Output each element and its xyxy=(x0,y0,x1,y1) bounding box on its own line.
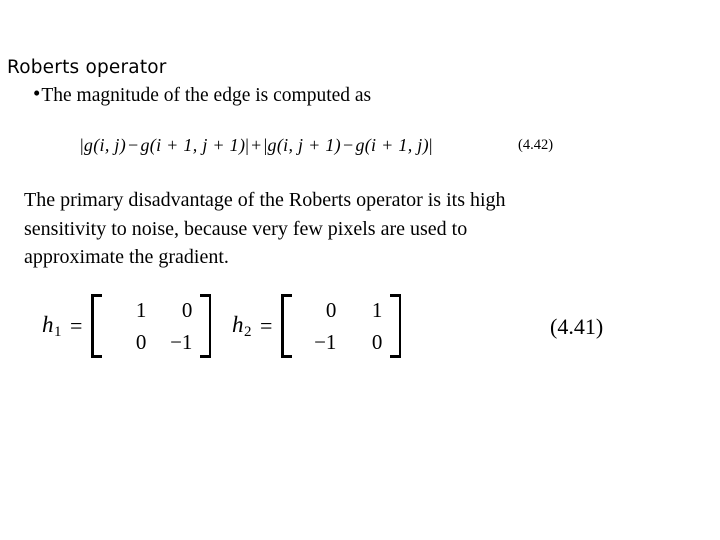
matrix-definition-h1: h1 = 1 0 0 −1 xyxy=(42,294,212,358)
matrix-name-h2: h2 xyxy=(232,311,252,340)
matrix-h2-body: 0 1 −1 0 xyxy=(281,294,402,358)
g-function-1: g xyxy=(83,135,94,155)
slide-canvas: Roberts operator • The magnitude of the … xyxy=(0,0,720,540)
page-title: Roberts operator xyxy=(7,57,167,78)
matrix-h2-cell-r0c1: 1 xyxy=(371,297,383,322)
g-argument-4: (i + 1, j) xyxy=(364,135,429,155)
bullet-marker-icon: • xyxy=(33,81,41,105)
paragraph-line-1: The primary disadvantage of the Roberts … xyxy=(24,189,506,211)
bracket-right-h2 xyxy=(390,294,402,358)
body-paragraph: The primary disadvantage of the Roberts … xyxy=(24,186,624,272)
paragraph-line-3: approximate the gradient. xyxy=(24,246,229,268)
equals-sign-h1: = xyxy=(70,313,83,338)
abs-bar-close-2: | xyxy=(428,135,433,155)
equals-sign-h2: = xyxy=(260,313,273,338)
equation-block-441: h1 = 1 0 0 −1 h2 = 0 1 −1 0 (4.41) xyxy=(0,292,720,374)
bullet-list-item: • The magnitude of the edge is computed … xyxy=(33,81,372,107)
matrix-h2-cell-r1c1: 0 xyxy=(371,329,383,354)
plus-operator: + xyxy=(251,135,262,155)
matrix-h1-cell-r0c0: 1 xyxy=(135,297,147,322)
bracket-left-h1 xyxy=(91,294,103,358)
bullet-item-label: The magnitude of the edge is computed as xyxy=(41,85,372,106)
matrix-h1-grid: 1 0 0 −1 xyxy=(102,294,200,358)
matrix-h1-symbol: h xyxy=(42,311,54,337)
paragraph-line-2: sensitivity to noise, because very few p… xyxy=(24,217,468,240)
g-function-2: g xyxy=(140,135,150,155)
equation-block-442: |g(i, j) − g(i + 1, j + 1)| + |g(i, j + 1) − g… xyxy=(0,130,720,166)
matrix-definition-h2: h2 = 0 1 −1 0 xyxy=(232,294,402,358)
matrix-h1-subscript: 1 xyxy=(54,323,62,340)
matrix-h2-symbol: h xyxy=(232,311,244,337)
equation-442-number: (4.42) xyxy=(518,137,554,153)
g-argument-2: (i + 1, j + 1) xyxy=(149,135,246,155)
matrix-h1-body: 1 0 0 −1 xyxy=(91,294,212,358)
matrix-h1-cell-r1c0: 0 xyxy=(135,329,147,354)
matrix-name-h1: h1 xyxy=(42,311,62,340)
bracket-left-h2 xyxy=(281,294,293,358)
equation-442-expression: |g(i, j) − g(i + 1, j + 1)| + |g(i, j + 1) − g… xyxy=(80,130,433,160)
g-function-4: g xyxy=(355,135,365,155)
minus-operator-1: − xyxy=(128,135,139,155)
g-function-3: g xyxy=(267,135,277,155)
matrix-h1-cell-r0c1: 0 xyxy=(181,297,193,322)
matrix-h2-grid: 0 1 −1 0 xyxy=(292,294,390,358)
g-argument-1: (i, j) xyxy=(93,135,127,155)
matrix-h2-cell-r1c0: −1 xyxy=(314,329,337,354)
matrix-h2-cell-r0c0: 0 xyxy=(325,297,337,322)
bracket-right-h1 xyxy=(200,294,212,358)
matrix-h1-cell-r1c1: −1 xyxy=(170,329,193,354)
minus-operator-2: − xyxy=(342,135,354,155)
g-argument-3: (i, j + 1) xyxy=(276,135,341,155)
equation-441-number: (4.41) xyxy=(550,314,604,339)
matrix-h2-subscript: 2 xyxy=(244,323,252,340)
